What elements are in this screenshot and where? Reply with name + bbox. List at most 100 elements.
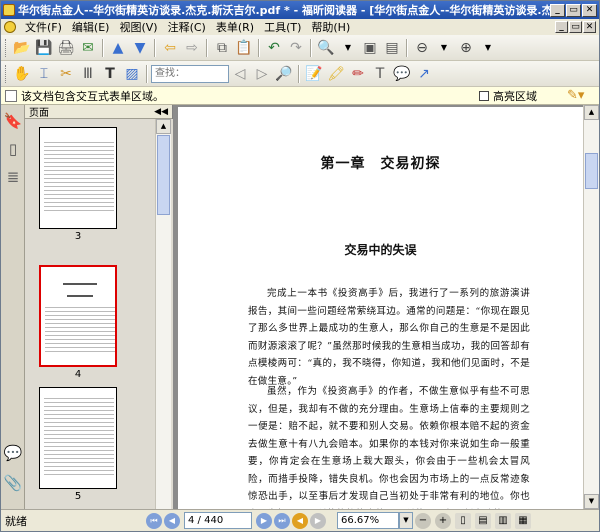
- single-page-icon[interactable]: ▯: [455, 512, 471, 529]
- page-number-input[interactable]: [184, 512, 252, 529]
- advanced-search-icon[interactable]: 🔎: [274, 64, 294, 84]
- forward-icon[interactable]: ⇨: [182, 38, 202, 58]
- fit-page-icon[interactable]: ▣: [360, 38, 380, 58]
- status-bar: 就绪 ⏮ ◀ ▶ ⏭ ◀ ▶ ▼ − + ▯ ▤ ▥ ▦: [1, 509, 599, 531]
- copy-icon[interactable]: ⧉: [212, 38, 232, 58]
- document-page: 第一章 交易初探 交易中的失误 完成上一本书《投资高手》后，我进行了一系列的旅游…: [178, 107, 583, 509]
- minimize-button[interactable]: _: [550, 3, 565, 17]
- zoom-in-icon[interactable]: ⊕: [456, 38, 476, 58]
- paragraph: 虽然，作为《投资高手》的作者，不做生意似乎有些不可思议，但是，我却有不做的充分理…: [248, 386, 530, 509]
- thumbnail-list: 3 4 5 ▲: [25, 119, 173, 509]
- snapshot-icon[interactable]: ✂: [56, 64, 76, 84]
- pages-panel-header: 页面 ◀◀: [25, 105, 172, 119]
- undo-icon[interactable]: ↶: [264, 38, 284, 58]
- doc-close-button[interactable]: ✕: [583, 21, 596, 33]
- select-text-icon[interactable]: ⌶: [34, 64, 54, 84]
- menu-form[interactable]: 表单(R): [211, 19, 259, 35]
- restore-button[interactable]: ▭: [566, 3, 581, 17]
- zoom-out-icon[interactable]: −: [415, 512, 431, 529]
- collapse-panel-icon[interactable]: ◀◀: [154, 107, 168, 117]
- pages-panel-title: 页面: [29, 108, 49, 119]
- image-icon[interactable]: ▨: [122, 64, 142, 84]
- menu-view[interactable]: 视图(V): [114, 19, 162, 35]
- form-info-message: 该文档包含交互式表单区域。: [21, 89, 164, 103]
- open-icon[interactable]: 📂: [12, 38, 32, 58]
- comment-icon[interactable]: 💬: [3, 441, 23, 465]
- toolbar-grip: [5, 64, 8, 83]
- pencil-icon[interactable]: ✏: [348, 64, 368, 84]
- find-previous-icon[interactable]: ◁: [230, 64, 250, 84]
- previous-page-icon[interactable]: ◀: [164, 512, 180, 529]
- page-thumbnail[interactable]: [39, 387, 117, 489]
- go-back-icon[interactable]: ◀: [292, 512, 308, 529]
- scrollbar-thumb[interactable]: [157, 135, 170, 215]
- paste-icon[interactable]: 📋: [234, 38, 254, 58]
- scroll-down-arrow[interactable]: ▼: [584, 494, 599, 509]
- highlight-fields-checkbox[interactable]: 高亮区域: [479, 88, 537, 104]
- thumbnail-scrollbar[interactable]: ▲: [155, 119, 171, 509]
- previous-page-icon[interactable]: ▲: [108, 38, 128, 58]
- go-forward-icon[interactable]: ▶: [310, 512, 326, 529]
- toolbar-separator: [298, 64, 300, 83]
- hand-tool-icon[interactable]: ✋: [12, 64, 32, 84]
- page-thumbnail[interactable]: [39, 127, 117, 229]
- layers-icon[interactable]: ≣: [3, 165, 23, 189]
- arrow-tool-icon[interactable]: ↗: [414, 64, 434, 84]
- save-icon[interactable]: 💾: [34, 38, 54, 58]
- attachment-icon[interactable]: 📎: [3, 471, 23, 495]
- pages-icon[interactable]: ▯: [3, 137, 23, 161]
- doc-restore-button[interactable]: ▭: [569, 21, 582, 33]
- zoom-in-icon[interactable]: +: [435, 512, 451, 529]
- zoom-out-dropdown-icon[interactable]: ▼: [434, 38, 454, 58]
- zoom-in-dropdown-icon[interactable]: ▼: [478, 38, 498, 58]
- highlight-icon[interactable]: 🖍: [326, 64, 346, 84]
- menu-file[interactable]: 文件(F): [20, 19, 67, 35]
- search-input[interactable]: [151, 64, 229, 83]
- page-thumbnail-selected[interactable]: [39, 265, 117, 367]
- checkbox-box[interactable]: [479, 90, 489, 101]
- typewriter-tool-icon[interactable]: T: [370, 64, 390, 84]
- scrollbar-thumb[interactable]: [585, 153, 598, 189]
- next-page-icon[interactable]: ▼: [130, 38, 150, 58]
- zoom-out-icon[interactable]: ⊖: [412, 38, 432, 58]
- highlight-fields-label: 高亮区域: [493, 89, 537, 103]
- window-title: 华尔街点金人--华尔街精英访谈录.杰克.斯沃吉尔.pdf * - 福昕阅读器 -…: [18, 4, 550, 17]
- back-icon[interactable]: ⇦: [160, 38, 180, 58]
- note-icon[interactable]: 📝: [304, 64, 324, 84]
- last-page-icon[interactable]: ⏭: [274, 512, 290, 529]
- document-icon: [4, 21, 16, 33]
- continuous-facing-icon[interactable]: ▦: [515, 512, 531, 529]
- document-scrollbar[interactable]: ▲ ▼: [583, 105, 599, 509]
- zoom-level-input[interactable]: [337, 512, 399, 529]
- callout-icon[interactable]: 💬: [392, 64, 412, 84]
- zoom-tool-icon[interactable]: 🔍: [316, 38, 336, 58]
- typewriter-icon[interactable]: T: [100, 64, 120, 84]
- zoom-dropdown-icon[interactable]: ▼: [399, 512, 413, 529]
- menu-help[interactable]: 帮助(H): [306, 19, 355, 35]
- find-next-icon[interactable]: ▷: [252, 64, 272, 84]
- paragraph: 完成上一本书《投资高手》后，我进行了一系列的旅游演讲报告，其间一些问题经常萦绕耳…: [248, 288, 530, 387]
- chapter-title: 第一章 交易初探: [320, 156, 441, 172]
- redo-icon[interactable]: ↷: [286, 38, 306, 58]
- fit-width-icon[interactable]: ▤: [382, 38, 402, 58]
- continuous-page-icon[interactable]: ▤: [475, 512, 491, 529]
- text-viewer-icon[interactable]: Ⅲ: [78, 64, 98, 84]
- menu-comment[interactable]: 注释(C): [163, 19, 211, 35]
- zoom-dropdown-icon[interactable]: ▼: [338, 38, 358, 58]
- pen-dropdown-icon[interactable]: ✎▾: [567, 88, 595, 104]
- doc-minimize-button[interactable]: _: [555, 21, 568, 33]
- email-icon[interactable]: ✉: [78, 38, 98, 58]
- menu-tools[interactable]: 工具(T): [259, 19, 306, 35]
- zoom-control: ▼ − + ▯ ▤ ▥ ▦: [337, 512, 533, 529]
- first-page-icon[interactable]: ⏮: [146, 512, 162, 529]
- bookmark-icon[interactable]: 🔖: [3, 109, 23, 133]
- print-icon[interactable]: 🖨: [56, 38, 76, 58]
- close-button[interactable]: ✕: [582, 3, 597, 17]
- next-page-icon[interactable]: ▶: [256, 512, 272, 529]
- tools-toolbar: ✋ ⌶ ✂ Ⅲ T ▨ ◁ ▷ 🔎 📝 🖍 ✏ T 💬 ↗: [1, 61, 599, 87]
- menu-edit[interactable]: 编辑(E): [67, 19, 115, 35]
- facing-page-icon[interactable]: ▥: [495, 512, 511, 529]
- scroll-up-arrow[interactable]: ▲: [584, 105, 599, 120]
- form-info-bar: 该文档包含交互式表单区域。 高亮区域 ✎▾: [1, 87, 599, 105]
- scroll-up-arrow[interactable]: ▲: [156, 119, 171, 134]
